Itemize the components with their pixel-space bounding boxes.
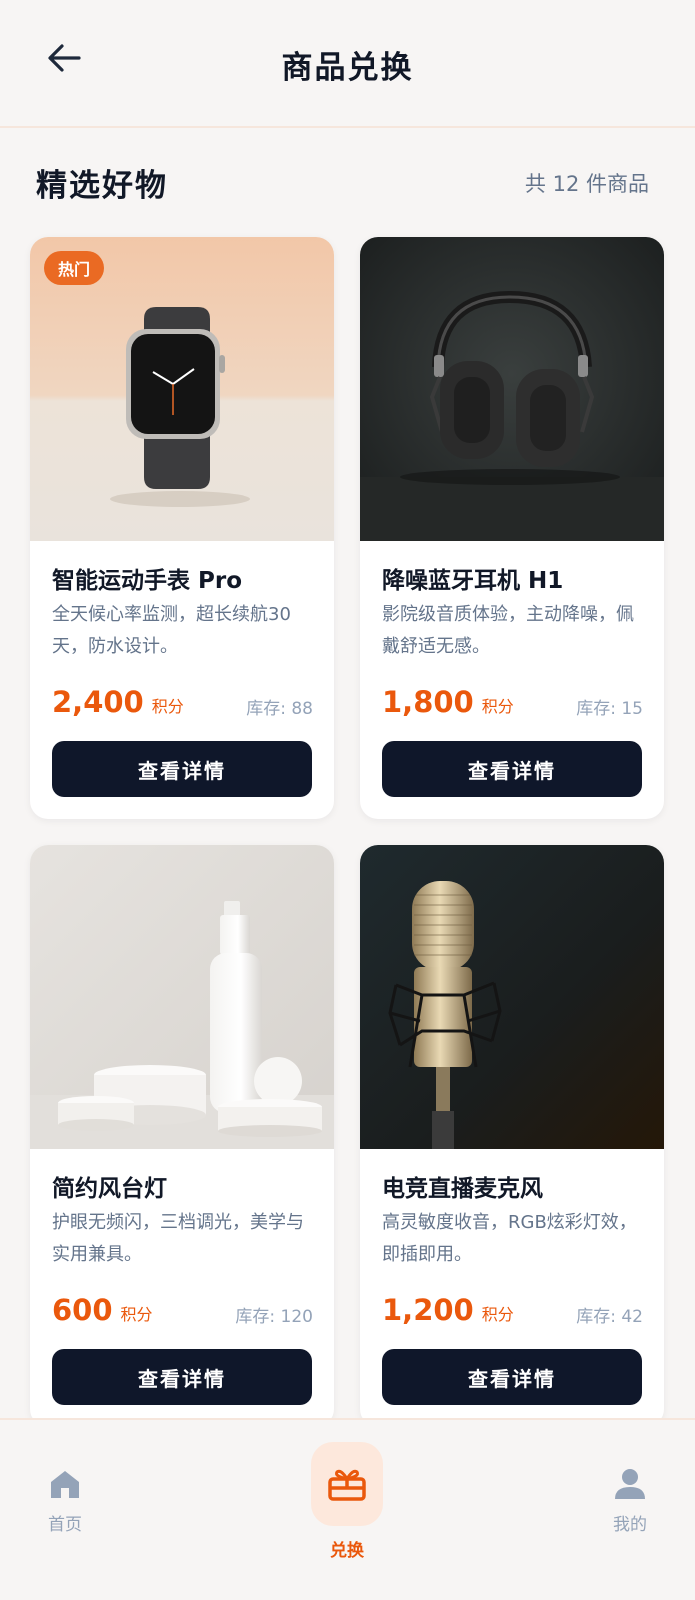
stock-count: 库存: 42 — [576, 1307, 643, 1327]
price-value: 600 — [52, 1293, 113, 1327]
page-title: 商品兑换 — [281, 50, 414, 86]
header-bar: 商品兑换 — [0, 0, 695, 128]
product-name: 降噪蓝牙耳机 H1 — [382, 568, 564, 594]
nav-label-exchange: 兑换 — [330, 1541, 364, 1561]
product-card[interactable]: 降噪蓝牙耳机 H1 影院级音质体验，主动降噪，佩戴舒适无感。 1,800 积分 … — [360, 237, 664, 819]
product-name: 简约风台灯 — [52, 1176, 167, 1202]
product-price: 2,400 积分 — [52, 685, 184, 719]
product-image-smartwatch: 热门 — [30, 237, 334, 541]
nav-label-home: 首页 — [48, 1515, 82, 1535]
price-value: 1,200 — [382, 1293, 474, 1327]
product-description: 影院级音质体验，主动降噪，佩戴舒适无感。 — [382, 604, 634, 657]
product-image-lamp — [30, 845, 334, 1149]
nav-label-mine: 我的 — [613, 1515, 647, 1535]
price-value: 1,800 — [382, 685, 474, 719]
product-image-headphones — [360, 237, 664, 541]
nav-active-indicator — [311, 1442, 383, 1526]
product-price: 600 积分 — [52, 1293, 153, 1327]
product-image-microphone — [360, 845, 664, 1149]
bottom-nav-bar: 首页 兑换 我的 — [0, 1418, 695, 1600]
nav-item-home[interactable]: 首页 — [40, 1468, 90, 1535]
home-icon — [51, 1471, 79, 1498]
stock-count: 库存: 120 — [235, 1307, 313, 1327]
product-description: 高灵敏度收音，RGB炫彩灯效，即插即用。 — [382, 1212, 637, 1265]
product-price: 1,800 积分 — [382, 685, 514, 719]
view-details-button[interactable]: 查看详情 — [382, 741, 642, 797]
view-details-button[interactable]: 查看详情 — [382, 1349, 642, 1405]
nav-item-exchange[interactable]: 兑换 — [311, 1442, 383, 1561]
stock-count: 库存: 15 — [576, 699, 643, 719]
stock-count: 库存: 88 — [246, 699, 313, 719]
product-name: 智能运动手表 Pro — [52, 568, 243, 594]
view-details-button[interactable]: 查看详情 — [52, 1349, 312, 1405]
user-icon — [615, 1469, 645, 1499]
price-unit: 积分 — [120, 1305, 153, 1324]
hot-badge: 热门 — [44, 251, 105, 285]
price-unit: 积分 — [151, 697, 184, 716]
product-card[interactable]: 热门 智能运动手表 Pro 全天候心率监测，超长续航30天，防水设计。 2,40… — [30, 237, 334, 819]
price-unit: 积分 — [481, 697, 514, 716]
product-card[interactable]: 简约风台灯 护眼无频闪，三档调光，美学与实用兼具。 600 积分 库存: 120… — [30, 845, 334, 1427]
product-price: 1,200 积分 — [382, 1293, 514, 1327]
nav-item-mine[interactable]: 我的 — [605, 1468, 655, 1535]
product-name: 电竞直播麦克风 — [382, 1176, 543, 1202]
price-unit: 积分 — [481, 1305, 514, 1324]
product-description: 全天候心率监测，超长续航30天，防水设计。 — [52, 604, 291, 657]
item-count: 共 12 件商品 — [524, 172, 649, 196]
view-details-button[interactable]: 查看详情 — [52, 741, 312, 797]
gift-icon — [328, 1469, 366, 1501]
product-card[interactable]: 电竞直播麦克风 高灵敏度收音，RGB炫彩灯效，即插即用。 1,200 积分 库存… — [360, 845, 664, 1427]
section-title: 精选好物 — [36, 168, 168, 204]
product-description: 护眼无频闪，三档调光，美学与实用兼具。 — [52, 1212, 304, 1265]
price-value: 2,400 — [52, 685, 144, 719]
